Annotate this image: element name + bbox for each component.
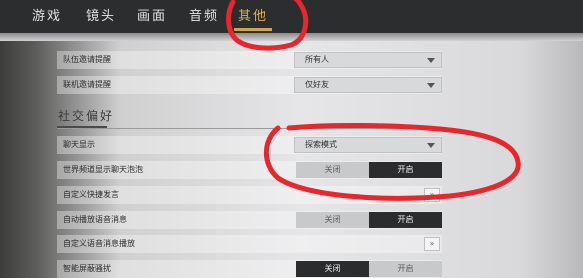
active-tab-indicator: [234, 28, 272, 31]
chevron-down-icon: [427, 83, 435, 88]
setting-row-smart-shield: 智能屏蔽骚扰 关闭 开启: [57, 260, 442, 278]
setting-row-chat-display: 聊天显示 探索模式: [57, 136, 442, 154]
online-invite-select[interactable]: 仅好友: [294, 77, 442, 93]
team-invite-select[interactable]: 所有人: [294, 52, 442, 68]
setting-row-custom-quick-chat: 自定义快捷发言 »: [57, 186, 442, 204]
section-divider: [57, 128, 442, 129]
setting-row-team-invite: 队伍邀请提醒 所有人: [57, 51, 442, 69]
world-chat-bubble-label: 世界频道显示聊天泡泡: [63, 165, 143, 174]
setting-row-online-invite: 联机邀请提醒 仅好友: [57, 76, 442, 94]
online-invite-label: 联机邀请提醒: [63, 80, 111, 89]
tab-audio[interactable]: 音频: [189, 0, 219, 33]
setting-row-auto-voice: 自动播放语音消息 关闭 开启: [57, 211, 442, 229]
auto-voice-off-button[interactable]: 关闭: [296, 212, 369, 228]
smart-shield-label: 智能屏蔽骚扰: [63, 264, 111, 273]
chevron-down-icon: [427, 58, 435, 63]
auto-voice-label: 自动播放语音消息: [63, 215, 127, 224]
custom-voice-play-label: 自定义语音消息播放: [63, 239, 135, 248]
custom-quick-chat-label: 自定义快捷发言: [63, 190, 119, 199]
team-invite-value: 所有人: [305, 55, 329, 64]
chevron-down-icon: [427, 143, 435, 148]
chat-display-value: 探索模式: [305, 140, 337, 149]
custom-voice-play-edit-button[interactable]: »: [424, 237, 440, 251]
chat-display-label: 聊天显示: [63, 140, 95, 149]
header-shadow: [0, 33, 583, 41]
tab-graphics[interactable]: 画面: [137, 0, 167, 33]
auto-voice-on-button[interactable]: 开启: [369, 212, 442, 228]
online-invite-value: 仅好友: [305, 80, 329, 89]
section-divider-accent: [57, 126, 107, 128]
section-title: 社交偏好: [58, 109, 115, 123]
team-invite-label: 队伍邀请提醒: [63, 55, 111, 64]
setting-row-world-chat-bubble: 世界频道显示聊天泡泡 关闭 开启: [57, 161, 442, 179]
chat-display-select[interactable]: 探索模式: [294, 137, 442, 153]
tab-game[interactable]: 游戏: [32, 0, 62, 33]
world-chat-bubble-off-button[interactable]: 关闭: [296, 162, 369, 178]
tab-camera[interactable]: 镜头: [86, 0, 116, 33]
custom-quick-chat-edit-button[interactable]: »: [424, 188, 440, 202]
top-tab-bar: 游戏 镜头 画面 音频 其他: [0, 0, 583, 33]
setting-row-custom-voice-play: 自定义语音消息播放 »: [57, 235, 442, 253]
world-chat-bubble-on-button[interactable]: 开启: [369, 162, 442, 178]
